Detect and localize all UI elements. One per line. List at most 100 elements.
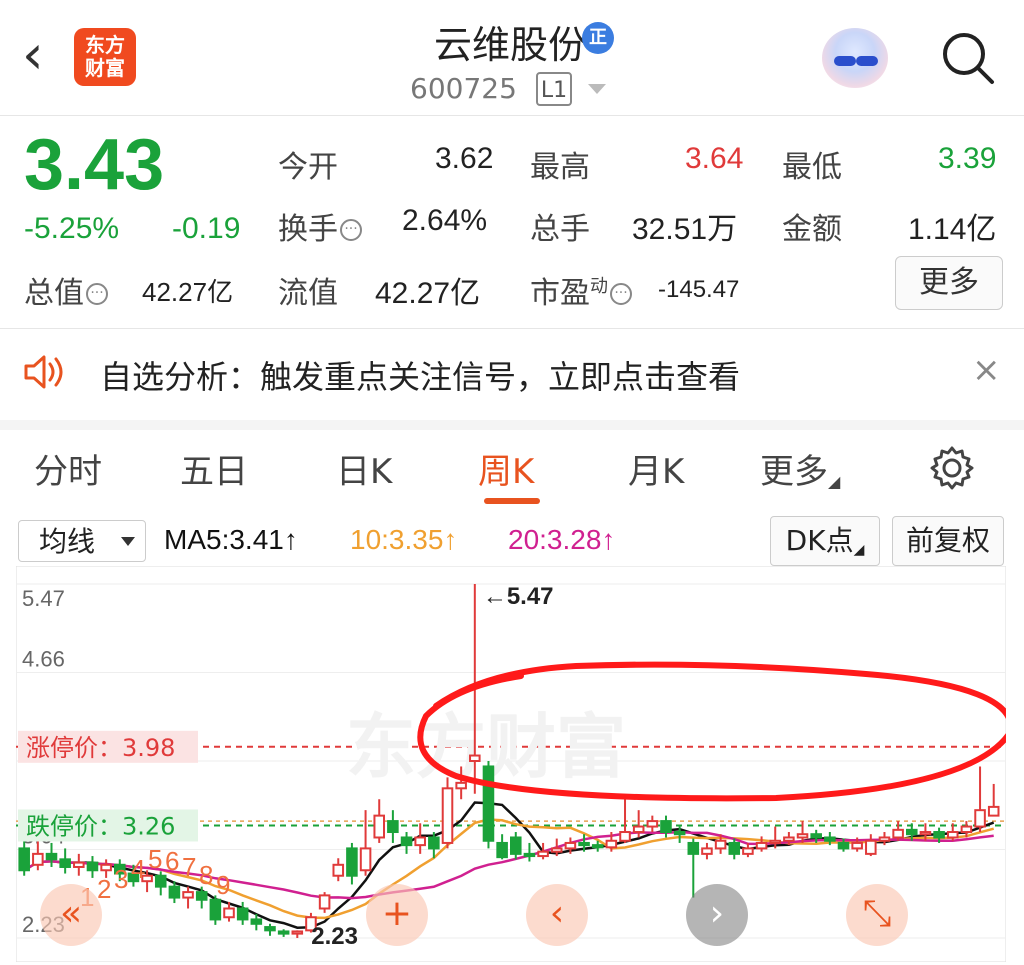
candle-body xyxy=(236,907,249,921)
candle-body xyxy=(892,828,904,839)
change-percent: -5.25% xyxy=(24,212,120,245)
candle-body xyxy=(646,820,659,828)
candle-body xyxy=(865,839,877,855)
candle-body xyxy=(578,841,590,847)
stock-name: 云维股份 xyxy=(433,23,586,67)
change-amount: -0.19 xyxy=(172,212,241,245)
info-icon[interactable]: ··· xyxy=(340,219,362,241)
fullscreen-button[interactable]: ⤡ xyxy=(846,884,908,946)
candle-body xyxy=(45,852,58,861)
level-badge[interactable]: L1 xyxy=(536,72,572,106)
divider xyxy=(0,328,1024,329)
candle-body xyxy=(906,828,918,836)
candle-body xyxy=(414,836,426,847)
logo-text-line2: 财富 xyxy=(85,56,125,80)
candle-body xyxy=(18,847,30,872)
robot-assistant-icon[interactable] xyxy=(822,28,888,88)
close-icon[interactable]: × xyxy=(972,350,1001,390)
sequence-number: 4 xyxy=(131,854,145,884)
back-chevron-icon[interactable]: ‹ xyxy=(22,28,62,86)
candle-body xyxy=(742,847,754,855)
candle-body xyxy=(250,918,263,925)
y-tick-label: 5.47 xyxy=(22,586,65,611)
candle-body xyxy=(387,820,399,834)
candle-body xyxy=(796,833,809,839)
more-quote-button[interactable]: 更多 xyxy=(895,256,1003,310)
fast-backward-button[interactable]: « xyxy=(40,884,102,946)
candle-body xyxy=(86,861,99,872)
ma10-label: 10:3.35↑ xyxy=(350,524,458,555)
dropdown-caret-icon[interactable] xyxy=(588,84,606,94)
candle-body xyxy=(100,863,112,872)
tab-monthly-k[interactable]: 月K xyxy=(628,444,684,493)
sequence-number: 7 xyxy=(182,852,196,882)
stock-code: 600725 xyxy=(410,72,517,105)
ma20-label: 20:3.28↑ xyxy=(508,524,616,555)
tab-five-day[interactable]: 五日 xyxy=(180,444,248,493)
zoom-in-button[interactable]: + xyxy=(366,884,428,946)
candle-body xyxy=(946,831,959,839)
tab-more[interactable]: 更多◢ xyxy=(760,444,840,493)
limit-down-label: 跌停价：3.26 xyxy=(26,812,175,840)
candle-body xyxy=(496,841,508,859)
max-price-marker: ←5.47 xyxy=(483,583,554,610)
scroll-left-button[interactable]: ‹ xyxy=(526,884,588,946)
candle-body xyxy=(73,861,85,868)
sequence-number: 9 xyxy=(216,870,230,900)
candle-body xyxy=(523,852,536,858)
dk-point-button[interactable]: DK点◢ xyxy=(770,516,880,566)
tab-weekly-k[interactable]: 周K xyxy=(478,444,534,493)
tab-daily-k[interactable]: 日K xyxy=(336,444,392,493)
pe-label: 市盈动 ··· xyxy=(530,268,632,312)
gear-icon[interactable] xyxy=(928,444,976,492)
candle-body xyxy=(960,825,973,834)
pe-value: -145.47 xyxy=(658,276,740,303)
sequence-number: 8 xyxy=(199,860,213,890)
candle-body xyxy=(318,894,331,910)
candle-body xyxy=(591,844,604,849)
candle-body xyxy=(154,874,167,888)
low-value: 3.39 xyxy=(938,142,997,175)
candle-body xyxy=(755,841,768,850)
adjust-button[interactable]: 前复权 xyxy=(892,516,1004,566)
tab-intraday[interactable]: 分时 xyxy=(34,444,102,493)
y-tick-label: 4.66 xyxy=(22,647,65,672)
candle-body xyxy=(510,836,522,855)
candle-body xyxy=(537,850,549,858)
candle-body xyxy=(660,820,672,834)
candle-body xyxy=(32,852,44,866)
current-price: 3.43 xyxy=(24,125,165,205)
candle-body xyxy=(59,858,71,868)
candle-body xyxy=(632,825,645,834)
search-icon[interactable] xyxy=(940,30,996,86)
candle-body xyxy=(851,841,863,850)
candle-body xyxy=(223,907,235,919)
candle-body xyxy=(933,831,945,839)
candle-body xyxy=(441,787,454,844)
info-icon[interactable]: ··· xyxy=(610,283,632,305)
candle-body xyxy=(564,841,577,850)
total-cap-label: 总值 ··· xyxy=(24,268,108,312)
scroll-right-button[interactable]: › xyxy=(686,884,748,946)
candle-body xyxy=(714,839,727,850)
indicator-select[interactable]: 均线 xyxy=(18,520,146,562)
turnover-label: 换手 ··· xyxy=(278,204,362,248)
candle-body xyxy=(687,841,700,855)
amount-label: 金额 xyxy=(782,212,842,247)
limit-up-label: 涨停价：3.98 xyxy=(26,734,175,762)
app-logo[interactable]: 东方 财富 xyxy=(74,28,136,86)
low-label: 最低 xyxy=(782,150,842,185)
candle-body xyxy=(837,841,850,850)
logo-text-line1: 东方 xyxy=(85,33,125,57)
sequence-number: 2 xyxy=(97,874,111,904)
candle-body xyxy=(482,765,495,842)
notice-text[interactable]: 自选分析：触发重点关注信号，立即点击查看 xyxy=(100,352,740,398)
info-icon[interactable]: ··· xyxy=(86,283,108,305)
turnover-value: 2.64% xyxy=(402,204,488,237)
candle-body xyxy=(195,891,208,901)
high-label: 最高 xyxy=(530,150,590,185)
active-tab-indicator xyxy=(484,498,540,504)
candle-body xyxy=(346,847,358,877)
sequence-number: 5 xyxy=(148,844,162,874)
total-cap-value: 42.27亿 xyxy=(142,277,234,307)
